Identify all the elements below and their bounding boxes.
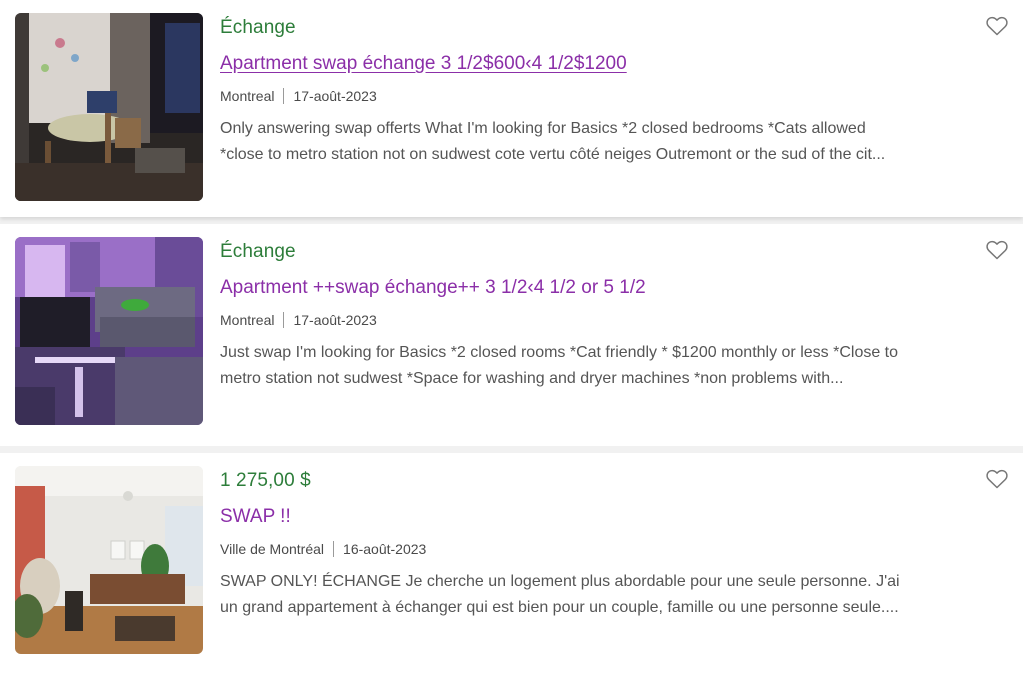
listing-meta: Montreal 17-août-2023 bbox=[220, 88, 377, 104]
listing-thumbnail[interactable] bbox=[15, 237, 203, 425]
listing-price: Échange bbox=[220, 241, 296, 262]
listing-description: SWAP ONLY! ÉCHANGE Je cherche un logemen… bbox=[220, 569, 930, 621]
listing-title-link[interactable]: Apartment swap échange 3 1/2$600‹4 1/2$1… bbox=[220, 53, 627, 75]
listing-card[interactable]: 1 275,00 $ SWAP !! Ville de Montréal 16-… bbox=[0, 453, 1023, 673]
listing-thumbnail[interactable] bbox=[15, 13, 203, 201]
listing-date: 16-août-2023 bbox=[343, 541, 427, 557]
listing-thumbnail[interactable] bbox=[15, 466, 203, 654]
listing-location: Ville de Montréal bbox=[220, 541, 325, 557]
listing-title-link[interactable]: SWAP !! bbox=[220, 506, 291, 528]
meta-divider bbox=[283, 88, 285, 104]
meta-divider bbox=[283, 312, 285, 328]
listing-date: 17-août-2023 bbox=[293, 88, 377, 104]
listing-price: 1 275,00 $ bbox=[220, 470, 311, 491]
listing-meta: Montreal 17-août-2023 bbox=[220, 312, 377, 328]
listing-card[interactable]: Échange Apartment swap échange 3 1/2$600… bbox=[0, 0, 1023, 217]
listing-location: Montreal bbox=[220, 88, 275, 104]
listing-description: Just swap I'm looking for Basics *2 clos… bbox=[220, 340, 930, 392]
description-line: Only answering swap offerts What I'm loo… bbox=[220, 120, 866, 137]
living-room-purple-photo bbox=[15, 237, 203, 425]
favorite-heart-icon[interactable] bbox=[986, 469, 1008, 489]
living-room-bright-photo bbox=[15, 466, 203, 654]
description-line: *close to metro station not on sudwest c… bbox=[220, 146, 886, 163]
listing-price: Échange bbox=[220, 17, 296, 38]
meta-divider bbox=[333, 541, 335, 557]
bedroom-photo bbox=[15, 13, 203, 201]
listing-date: 17-août-2023 bbox=[293, 312, 377, 328]
listing-meta: Ville de Montréal 16-août-2023 bbox=[220, 541, 426, 557]
favorite-heart-icon[interactable] bbox=[986, 240, 1008, 260]
description-line: SWAP ONLY! ÉCHANGE Je cherche un logemen… bbox=[220, 573, 900, 590]
listing-title-link[interactable]: Apartment ++swap échange++ 3 1/2‹4 1/2 o… bbox=[220, 277, 646, 299]
listing-description: Only answering swap offerts What I'm loo… bbox=[220, 116, 930, 168]
listing-card[interactable]: Échange Apartment ++swap échange++ 3 1/2… bbox=[0, 224, 1023, 446]
description-line: metro station not sudwest *Space for was… bbox=[220, 370, 844, 387]
description-line: Just swap I'm looking for Basics *2 clos… bbox=[220, 344, 899, 361]
listing-location: Montreal bbox=[220, 312, 275, 328]
description-line: un grand appartement à échanger qui est … bbox=[220, 599, 899, 616]
favorite-heart-icon[interactable] bbox=[986, 16, 1008, 36]
listing-results: Échange Apartment swap échange 3 1/2$600… bbox=[0, 0, 1023, 673]
